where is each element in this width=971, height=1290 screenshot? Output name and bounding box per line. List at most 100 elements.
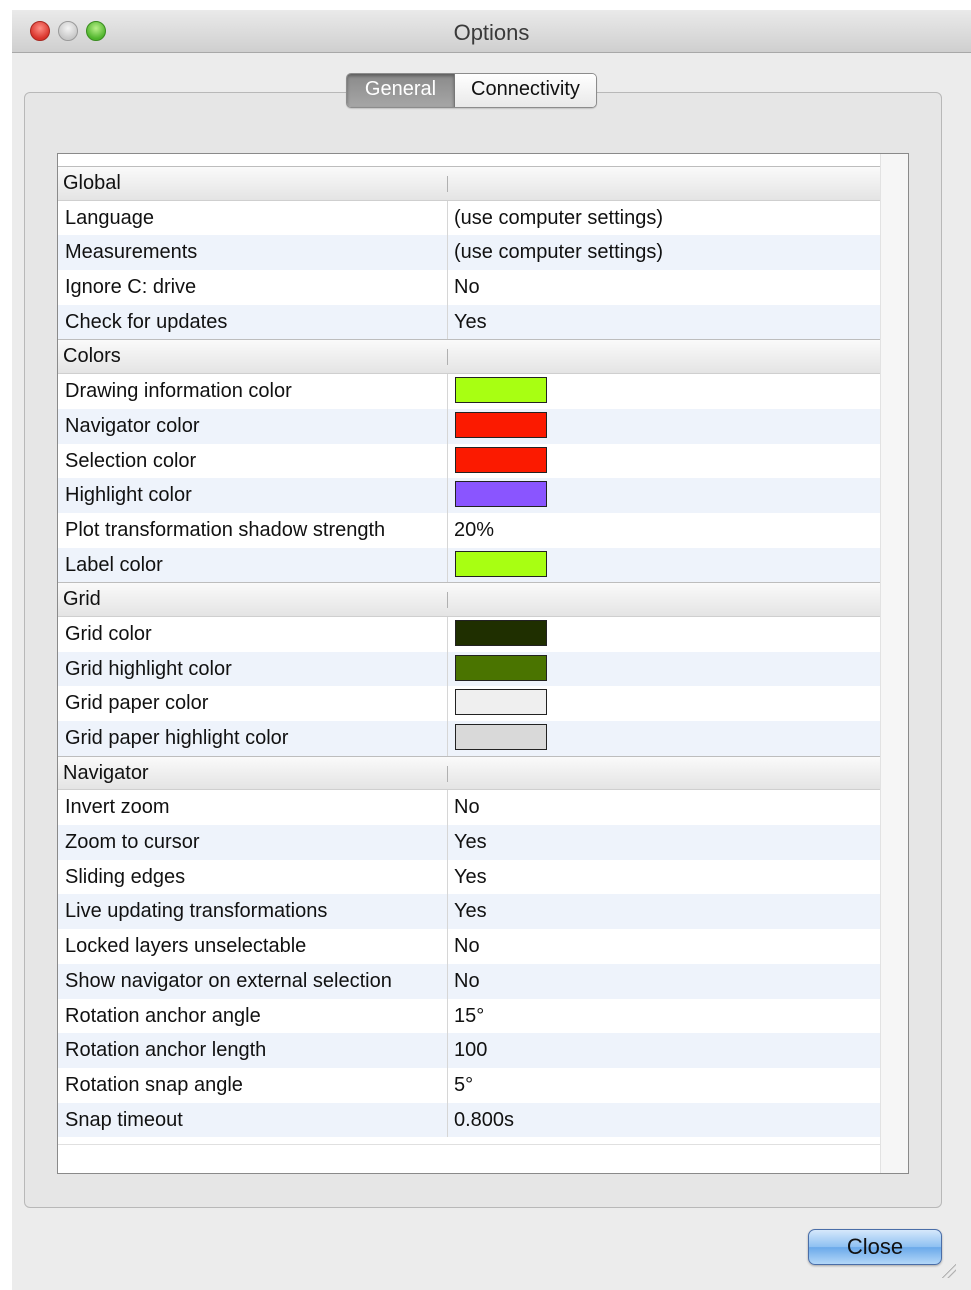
property-row[interactable]: Rotation snap angle 5° <box>58 1067 880 1103</box>
color-swatch[interactable] <box>455 411 547 438</box>
column-divider <box>447 270 448 305</box>
column-divider <box>447 859 448 895</box>
property-value[interactable]: No <box>454 790 480 824</box>
property-value[interactable]: (use computer settings) <box>454 235 663 269</box>
property-label: Ignore C: drive <box>65 276 197 299</box>
column-divider <box>447 408 448 444</box>
color-swatch[interactable] <box>455 689 547 716</box>
color-swatch[interactable] <box>455 377 547 404</box>
column-divider <box>447 1102 448 1138</box>
property-label: Invert zoom <box>65 796 170 819</box>
property-value[interactable]: No <box>454 929 480 963</box>
property-label: Plot transformation shadow strength <box>65 518 386 541</box>
property-row[interactable]: Grid highlight color <box>58 651 880 687</box>
property-value[interactable]: Yes <box>454 825 487 859</box>
property-row[interactable]: Rotation anchor length 100 <box>58 1033 880 1068</box>
column-divider <box>447 374 448 409</box>
property-row[interactable]: Language (use computer settings) <box>58 200 880 236</box>
property-value[interactable]: No <box>454 270 480 304</box>
property-row[interactable]: Navigator color <box>58 408 880 444</box>
column-divider <box>447 176 448 192</box>
column-divider <box>447 616 448 652</box>
property-row[interactable]: Ignore C: drive No <box>58 270 880 305</box>
section-header-navigator[interactable]: Navigator <box>58 755 880 791</box>
property-row[interactable]: Grid paper highlight color <box>58 721 880 756</box>
property-value[interactable]: 100 <box>454 1033 487 1067</box>
property-row[interactable]: Sliding edges Yes <box>58 859 880 895</box>
vertical-scrollbar[interactable] <box>880 154 908 1173</box>
color-swatch[interactable] <box>455 724 547 750</box>
section-header-grid[interactable]: Grid <box>58 582 880 617</box>
section-header-colors[interactable]: Colors <box>58 339 880 375</box>
property-row[interactable]: Snap timeout 0.800s <box>58 1102 880 1138</box>
column-divider <box>447 304 448 340</box>
column-divider <box>447 512 448 548</box>
column-divider <box>447 929 448 964</box>
property-label: Highlight color <box>65 484 192 507</box>
color-swatch[interactable] <box>455 619 547 646</box>
column-divider <box>447 765 448 782</box>
tab-connectivity[interactable]: Connectivity <box>455 74 596 107</box>
table-footer-divider <box>58 1144 908 1145</box>
property-row[interactable]: Rotation anchor angle 15° <box>58 998 880 1034</box>
color-swatch[interactable] <box>455 446 547 473</box>
property-value[interactable]: No <box>454 964 480 998</box>
property-row[interactable]: Show navigator on external selection No <box>58 963 880 999</box>
property-row[interactable]: Check for updates Yes <box>58 304 880 340</box>
property-row[interactable]: Grid paper color <box>58 686 880 721</box>
property-value[interactable]: (use computer settings) <box>454 201 663 235</box>
column-divider <box>447 790 448 826</box>
property-label: Selection color <box>65 449 197 472</box>
section-header-global[interactable]: Global <box>58 166 880 201</box>
section-title: Grid <box>63 588 101 611</box>
property-label: Grid paper highlight color <box>65 727 289 749</box>
property-label: Measurements <box>65 241 198 264</box>
title-bar[interactable]: Options <box>12 10 971 53</box>
close-button[interactable]: Close <box>808 1229 942 1265</box>
column-divider <box>447 894 448 930</box>
property-row[interactable]: Selection color <box>58 443 880 479</box>
column-divider <box>447 592 448 609</box>
property-row[interactable]: Live updating transformations Yes <box>58 894 880 930</box>
property-label: Live updating transformations <box>65 900 328 923</box>
column-divider <box>447 963 448 999</box>
property-label: Check for updates <box>65 310 228 333</box>
property-label: Show navigator on external selection <box>65 969 392 992</box>
tab-general[interactable]: General <box>347 74 455 107</box>
options-rows: Global Language (use computer settings) Mea… <box>58 166 880 1138</box>
property-value[interactable]: 0.800s <box>454 1103 514 1137</box>
property-value[interactable]: 20% <box>454 513 494 547</box>
property-value[interactable]: Yes <box>454 305 487 339</box>
property-label: Snap timeout <box>65 1108 183 1131</box>
property-row[interactable]: Locked layers unselectable No <box>58 929 880 964</box>
tab-bar: General Connectivity <box>346 73 597 108</box>
section-title: Navigator <box>63 761 149 784</box>
property-label: Language <box>65 206 154 229</box>
property-row[interactable]: Highlight color <box>58 478 880 513</box>
property-label: Sliding edges <box>65 865 186 888</box>
property-row[interactable]: Drawing information color <box>58 374 880 409</box>
property-label: Rotation anchor length <box>65 1039 267 1062</box>
property-label: Label color <box>65 553 163 576</box>
column-divider <box>447 547 448 583</box>
column-divider <box>447 349 448 366</box>
property-value[interactable]: 15° <box>454 999 484 1033</box>
property-label: Navigator color <box>65 414 200 437</box>
property-row[interactable]: Measurements (use computer settings) <box>58 235 880 271</box>
column-divider <box>447 721 448 756</box>
property-value[interactable]: Yes <box>454 860 487 894</box>
property-row[interactable]: Zoom to cursor Yes <box>58 825 880 860</box>
resize-grip-icon[interactable] <box>940 1262 956 1278</box>
options-table[interactable]: Global Language (use computer settings) Mea… <box>57 153 909 1174</box>
property-row[interactable]: Label color <box>58 547 880 583</box>
column-divider <box>447 1033 448 1068</box>
color-swatch[interactable] <box>455 550 547 577</box>
property-row[interactable]: Plot transformation shadow strength 20% <box>58 512 880 548</box>
property-value[interactable]: Yes <box>454 894 487 928</box>
color-swatch[interactable] <box>455 654 547 681</box>
color-swatch[interactable] <box>455 481 547 508</box>
property-row[interactable]: Grid color <box>58 616 880 652</box>
column-divider <box>447 1067 448 1103</box>
property-value[interactable]: 5° <box>454 1068 473 1102</box>
property-row[interactable]: Invert zoom No <box>58 790 880 826</box>
